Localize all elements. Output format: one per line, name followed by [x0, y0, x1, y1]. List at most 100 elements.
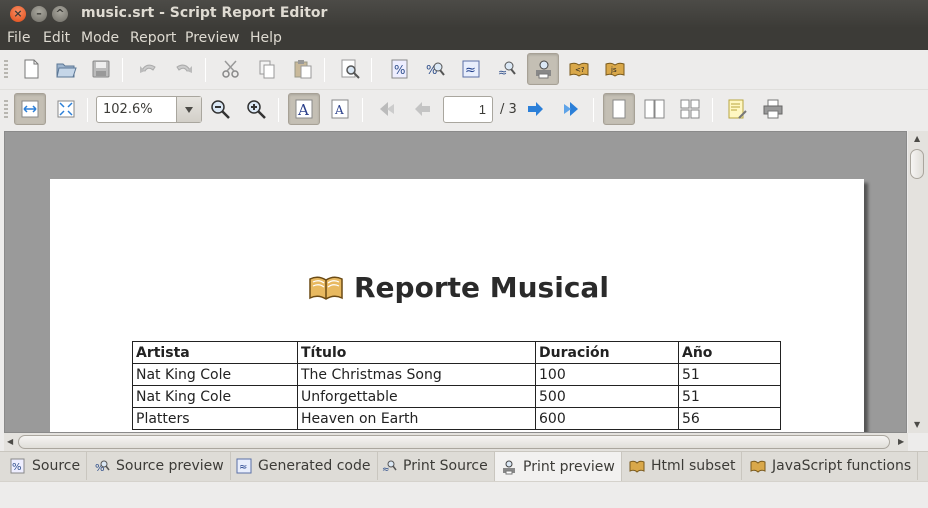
print-preview-area[interactable]: Reporte Musical Artista Título Duración …	[4, 131, 907, 433]
open-file-button[interactable]	[50, 53, 82, 85]
save-button[interactable]	[85, 53, 117, 85]
menu-mode[interactable]: Mode	[81, 30, 119, 46]
undo-button[interactable]	[132, 53, 164, 85]
redo-button[interactable]	[168, 53, 200, 85]
find-icon	[341, 59, 360, 79]
zoom-in-button[interactable]	[240, 93, 272, 125]
print-preview-icon	[503, 460, 515, 474]
page-setup-button[interactable]	[721, 93, 753, 125]
tab-label: Source	[32, 458, 81, 474]
report-page: Reporte Musical Artista Título Duración …	[50, 179, 864, 432]
maximize-window-button[interactable]: ^	[52, 6, 68, 22]
scroll-left-icon[interactable]: ◀	[7, 437, 13, 446]
zoom-dropdown-button[interactable]	[176, 97, 201, 122]
table-cell: Unforgettable	[297, 385, 536, 408]
font-small-button[interactable]: A	[324, 93, 356, 125]
menu-preview[interactable]: Preview	[185, 30, 240, 46]
tab-javascript-functions[interactable]: JavaScript functions	[744, 452, 919, 480]
generated-code-icon: ≈	[236, 458, 252, 474]
open-book-icon	[309, 276, 343, 300]
find-button[interactable]	[334, 53, 366, 85]
zoom-out-button[interactable]	[204, 93, 236, 125]
javascript-functions-icon	[750, 460, 766, 473]
menu-report[interactable]: Report	[130, 30, 176, 46]
table-cell: 600	[535, 407, 679, 430]
report-table: Artista Título Duración Año Nat King Col…	[132, 341, 781, 430]
two-pages-button[interactable]	[638, 93, 670, 125]
close-window-button[interactable]: ×	[10, 6, 26, 22]
column-header: Título	[297, 341, 536, 364]
javascript-functions-icon: js	[605, 62, 625, 77]
html-subset-mode-button[interactable]: <?	[563, 53, 595, 85]
source-mode-button[interactable]: %	[384, 53, 416, 85]
scissors-icon	[222, 60, 239, 78]
next-page-button[interactable]	[520, 93, 552, 125]
tab-source-preview[interactable]: % Source preview	[88, 452, 231, 480]
new-file-button[interactable]	[15, 53, 47, 85]
menu-file[interactable]: File	[7, 30, 30, 46]
javascript-functions-mode-button[interactable]: js	[599, 53, 631, 85]
report-heading: Reporte Musical	[354, 271, 609, 304]
page-number-input[interactable]	[443, 96, 493, 123]
tab-print-preview[interactable]: Print preview	[494, 451, 622, 481]
table-cell: Heaven on Earth	[297, 407, 536, 430]
menu-edit[interactable]: Edit	[43, 30, 70, 46]
toolbar-grip[interactable]	[4, 100, 8, 120]
scroll-right-icon[interactable]: ▶	[898, 437, 904, 446]
scroll-up-icon[interactable]: ▲	[914, 134, 920, 143]
tab-label: Html subset	[651, 458, 736, 474]
last-page-button[interactable]	[556, 93, 588, 125]
scroll-down-icon[interactable]: ▼	[914, 420, 920, 429]
multiple-pages-icon	[680, 99, 700, 119]
tab-print-source[interactable]: ≈ Print Source	[375, 452, 495, 480]
zoom-in-icon	[247, 100, 266, 119]
toolbar-grip[interactable]	[4, 60, 8, 80]
column-header: Duración	[535, 341, 679, 364]
tab-label: Generated code	[258, 458, 371, 474]
copy-button[interactable]	[251, 53, 283, 85]
column-header: Artista	[132, 341, 298, 364]
fit-page-button[interactable]	[50, 93, 82, 125]
tab-source[interactable]: % Source	[4, 452, 88, 480]
tab-generated-code[interactable]: ≈ Generated code	[230, 452, 378, 480]
zoom-out-icon	[211, 100, 230, 119]
table-cell: 51	[678, 363, 781, 386]
multiple-pages-button[interactable]	[674, 93, 706, 125]
print-preview-mode-button[interactable]	[527, 53, 559, 85]
font-large-button[interactable]: A	[288, 93, 320, 125]
mode-tabs: % Source % Source preview ≈ Generated co…	[0, 451, 928, 481]
horizontal-scroll-thumb[interactable]	[18, 435, 890, 449]
toolbar-separator	[371, 58, 372, 82]
vertical-scroll-thumb[interactable]	[910, 149, 924, 179]
font-large-icon: A	[295, 99, 313, 119]
fit-width-button[interactable]	[14, 93, 46, 125]
save-icon	[92, 60, 110, 78]
paste-button[interactable]	[287, 53, 319, 85]
window-title: music.srt - Script Report Editor	[81, 5, 328, 21]
svg-text:%: %	[394, 63, 405, 77]
menu-help[interactable]: Help	[250, 30, 282, 46]
generated-code-mode-button[interactable]: ≈	[455, 53, 487, 85]
source-preview-mode-button[interactable]: %	[419, 53, 451, 85]
print-source-mode-button[interactable]: ≈	[491, 53, 523, 85]
generated-code-icon: ≈	[462, 60, 480, 78]
tab-html-subset[interactable]: Html subset	[623, 452, 743, 480]
last-page-icon	[564, 102, 578, 116]
horizontal-scrollbar[interactable]: ◀ ▶	[4, 433, 908, 451]
previous-page-button[interactable]	[406, 93, 438, 125]
toolbar-separator	[278, 98, 279, 122]
menu-bar: File Edit Mode Report Preview Help	[0, 28, 928, 50]
cut-button[interactable]	[215, 53, 247, 85]
vertical-scrollbar[interactable]: ▲ ▼	[908, 131, 928, 433]
table-cell: 500	[535, 385, 679, 408]
single-page-button[interactable]	[603, 93, 635, 125]
svg-text:A: A	[334, 103, 344, 117]
print-button[interactable]	[757, 93, 789, 125]
table-row: Platters Heaven on Earth 600 56	[132, 407, 781, 430]
first-page-button[interactable]	[370, 93, 402, 125]
html-subset-icon: <?	[569, 62, 589, 77]
minimize-window-button[interactable]: –	[31, 6, 47, 22]
zoom-combobox[interactable]: 102.6%	[96, 96, 202, 123]
two-pages-icon	[644, 99, 665, 119]
undo-icon	[140, 64, 156, 73]
